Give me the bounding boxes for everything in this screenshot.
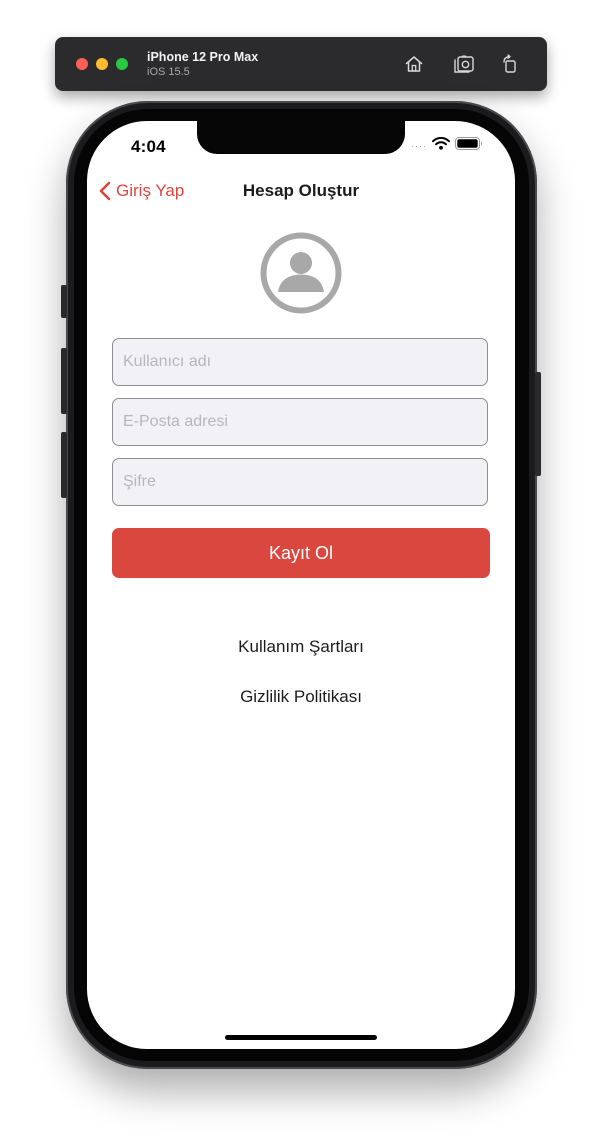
home-icon[interactable] — [402, 52, 426, 76]
signal-dots-icon: ···· — [411, 141, 427, 151]
terms-of-use-link[interactable]: Kullanım Şartları — [87, 637, 515, 657]
avatar-icon[interactable] — [260, 232, 342, 314]
screenshot-icon[interactable] — [452, 52, 476, 76]
password-input[interactable] — [113, 459, 487, 505]
device-name: iPhone 12 Pro Max — [147, 50, 259, 64]
mute-switch — [61, 285, 67, 318]
volume-up-button — [61, 348, 67, 414]
phone-screen: 4:04 ···· Giriş Yap Hesap Oluştur Kullan… — [87, 121, 515, 1049]
minimize-window-button[interactable] — [96, 58, 108, 70]
username-input[interactable] — [113, 339, 487, 385]
canvas: iPhone 12 Pro Max iOS 15.5 4:04 ···· Gir… — [0, 0, 602, 1144]
home-indicator[interactable] — [225, 1035, 377, 1040]
battery-icon — [455, 137, 483, 155]
rotate-icon[interactable] — [498, 52, 522, 76]
status-icons: ···· — [411, 136, 483, 155]
device-os-version: iOS 15.5 — [147, 66, 190, 78]
privacy-policy-link[interactable]: Gizlilik Politikası — [87, 687, 515, 707]
username-field[interactable] — [112, 338, 488, 386]
status-time: 4:04 — [131, 137, 166, 156]
simulator-toolbar: iPhone 12 Pro Max iOS 15.5 — [55, 37, 547, 91]
notch — [197, 121, 405, 154]
password-field[interactable] — [112, 458, 488, 506]
power-button — [535, 372, 541, 476]
wifi-icon — [432, 136, 450, 155]
email-input[interactable] — [113, 399, 487, 445]
email-field[interactable] — [112, 398, 488, 446]
close-window-button[interactable] — [76, 58, 88, 70]
volume-down-button — [61, 432, 67, 498]
page-title: Hesap Oluştur — [242, 181, 360, 200]
register-button[interactable]: Kayıt Ol — [112, 528, 490, 578]
zoom-window-button[interactable] — [116, 58, 128, 70]
